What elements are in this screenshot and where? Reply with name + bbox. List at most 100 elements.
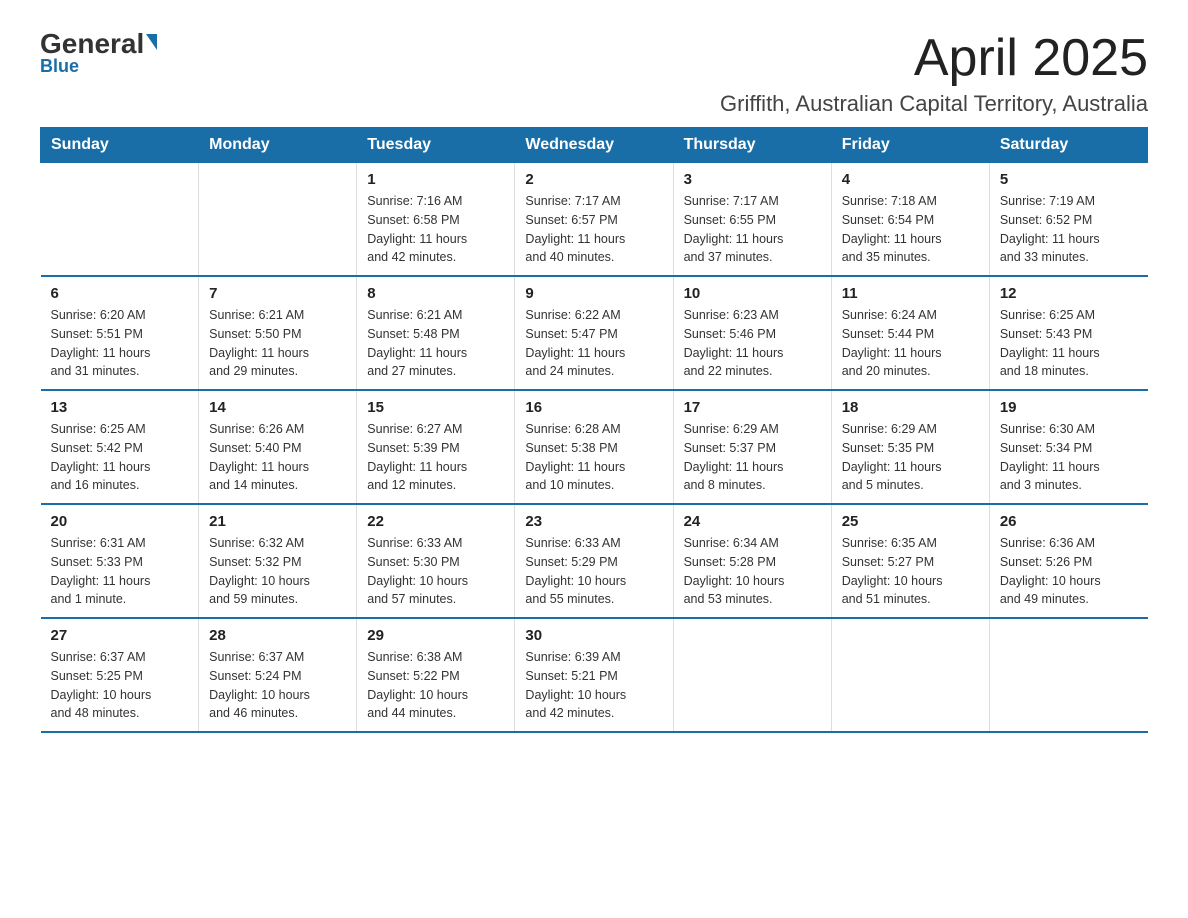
location-subtitle: Griffith, Australian Capital Territory, …	[720, 91, 1148, 117]
day-number: 1	[367, 171, 504, 188]
logo: General Blue	[40, 30, 157, 77]
day-info: Sunrise: 6:37 AM Sunset: 5:25 PM Dayligh…	[51, 648, 189, 723]
calendar-table: Sunday Monday Tuesday Wednesday Thursday…	[40, 127, 1148, 733]
calendar-week-row: 20Sunrise: 6:31 AM Sunset: 5:33 PM Dayli…	[41, 504, 1148, 618]
calendar-cell: 20Sunrise: 6:31 AM Sunset: 5:33 PM Dayli…	[41, 504, 199, 618]
day-number: 29	[367, 627, 504, 644]
day-info: Sunrise: 6:32 AM Sunset: 5:32 PM Dayligh…	[209, 534, 346, 609]
calendar-cell	[199, 163, 357, 277]
logo-name: General	[40, 30, 157, 58]
day-info: Sunrise: 6:37 AM Sunset: 5:24 PM Dayligh…	[209, 648, 346, 723]
calendar-cell: 17 Sunrise: 6:29 AM Sunset: 5:37 PM Dayli…	[673, 390, 831, 504]
day-info: Sunrise: 6:25 AM Sunset: 5:43 PM Dayligh…	[1000, 306, 1138, 381]
calendar-cell: 11Sunrise: 6:24 AM Sunset: 5:44 PM Dayli…	[831, 276, 989, 390]
day-info: Sunrise: 6:33 AM Sunset: 5:29 PM Dayligh…	[525, 534, 662, 609]
header-monday: Monday	[199, 128, 357, 163]
calendar-cell: 1 Sunrise: 7:16 AM Sunset: 6:58 PM Daylig…	[357, 163, 515, 277]
calendar-cell: 23 Sunrise: 6:33 AM Sunset: 5:29 PM Dayli…	[515, 504, 673, 618]
day-number: 27	[51, 627, 189, 644]
day-info: Sunrise: 6:36 AM Sunset: 5:26 PM Dayligh…	[1000, 534, 1138, 609]
day-info: Sunrise: 6:27 AM Sunset: 5:39 PM Dayligh…	[367, 420, 504, 495]
calendar-cell: 29 Sunrise: 6:38 AM Sunset: 5:22 PM Dayli…	[357, 618, 515, 732]
day-info: Sunrise: 6:35 AM Sunset: 5:27 PM Dayligh…	[842, 534, 979, 609]
day-number: 17	[684, 399, 821, 416]
calendar-header: Sunday Monday Tuesday Wednesday Thursday…	[41, 128, 1148, 163]
day-number: 14	[209, 399, 346, 416]
day-info: Sunrise: 7:17 AM Sunset: 6:57 PM Dayligh…	[525, 192, 662, 267]
calendar-cell: 15 Sunrise: 6:27 AM Sunset: 5:39 PM Dayli…	[357, 390, 515, 504]
day-number: 24	[684, 513, 821, 530]
header-saturday: Saturday	[989, 128, 1147, 163]
day-info: Sunrise: 6:39 AM Sunset: 5:21 PM Dayligh…	[525, 648, 662, 723]
calendar-cell: 14 Sunrise: 6:26 AM Sunset: 5:40 PM Dayli…	[199, 390, 357, 504]
day-number: 30	[525, 627, 662, 644]
day-header-row: Sunday Monday Tuesday Wednesday Thursday…	[41, 128, 1148, 163]
day-number: 10	[684, 285, 821, 302]
calendar-cell: 16 Sunrise: 6:28 AM Sunset: 5:38 PM Dayli…	[515, 390, 673, 504]
day-info: Sunrise: 6:29 AM Sunset: 5:37 PM Dayligh…	[684, 420, 821, 495]
calendar-cell	[673, 618, 831, 732]
calendar-cell: 12Sunrise: 6:25 AM Sunset: 5:43 PM Dayli…	[989, 276, 1147, 390]
month-year-title: April 2025	[720, 30, 1148, 87]
day-info: Sunrise: 7:19 AM Sunset: 6:52 PM Dayligh…	[1000, 192, 1138, 267]
header-sunday: Sunday	[41, 128, 199, 163]
calendar-cell: 27 Sunrise: 6:37 AM Sunset: 5:25 PM Dayli…	[41, 618, 199, 732]
calendar-cell: 25Sunrise: 6:35 AM Sunset: 5:27 PM Dayli…	[831, 504, 989, 618]
day-info: Sunrise: 6:23 AM Sunset: 5:46 PM Dayligh…	[684, 306, 821, 381]
calendar-week-row: 6Sunrise: 6:20 AM Sunset: 5:51 PM Daylig…	[41, 276, 1148, 390]
calendar-cell: 3Sunrise: 7:17 AM Sunset: 6:55 PM Daylig…	[673, 163, 831, 277]
header-tuesday: Tuesday	[357, 128, 515, 163]
calendar-body: 1 Sunrise: 7:16 AM Sunset: 6:58 PM Daylig…	[41, 163, 1148, 733]
day-info: Sunrise: 6:26 AM Sunset: 5:40 PM Dayligh…	[209, 420, 346, 495]
calendar-cell: 7Sunrise: 6:21 AM Sunset: 5:50 PM Daylig…	[199, 276, 357, 390]
day-number: 18	[842, 399, 979, 416]
header-friday: Friday	[831, 128, 989, 163]
calendar-cell: 18 Sunrise: 6:29 AM Sunset: 5:35 PM Dayli…	[831, 390, 989, 504]
day-info: Sunrise: 6:28 AM Sunset: 5:38 PM Dayligh…	[525, 420, 662, 495]
day-number: 6	[51, 285, 189, 302]
day-info: Sunrise: 6:21 AM Sunset: 5:48 PM Dayligh…	[367, 306, 504, 381]
day-number: 23	[525, 513, 662, 530]
calendar-cell: 2 Sunrise: 7:17 AM Sunset: 6:57 PM Daylig…	[515, 163, 673, 277]
day-info: Sunrise: 6:25 AM Sunset: 5:42 PM Dayligh…	[51, 420, 189, 495]
calendar-week-row: 27 Sunrise: 6:37 AM Sunset: 5:25 PM Dayli…	[41, 618, 1148, 732]
calendar-cell: 6Sunrise: 6:20 AM Sunset: 5:51 PM Daylig…	[41, 276, 199, 390]
day-info: Sunrise: 6:38 AM Sunset: 5:22 PM Dayligh…	[367, 648, 504, 723]
calendar-cell: 19Sunrise: 6:30 AM Sunset: 5:34 PM Dayli…	[989, 390, 1147, 504]
calendar-cell: 5 Sunrise: 7:19 AM Sunset: 6:52 PM Daylig…	[989, 163, 1147, 277]
calendar-cell: 10 Sunrise: 6:23 AM Sunset: 5:46 PM Dayli…	[673, 276, 831, 390]
calendar-cell	[989, 618, 1147, 732]
logo-blue-text: Blue	[40, 56, 79, 77]
day-number: 19	[1000, 399, 1138, 416]
day-number: 5	[1000, 171, 1138, 188]
calendar-week-row: 13 Sunrise: 6:25 AM Sunset: 5:42 PM Dayli…	[41, 390, 1148, 504]
header-thursday: Thursday	[673, 128, 831, 163]
day-number: 2	[525, 171, 662, 188]
day-number: 28	[209, 627, 346, 644]
day-info: Sunrise: 6:34 AM Sunset: 5:28 PM Dayligh…	[684, 534, 821, 609]
day-info: Sunrise: 6:22 AM Sunset: 5:47 PM Dayligh…	[525, 306, 662, 381]
day-number: 15	[367, 399, 504, 416]
day-info: Sunrise: 7:17 AM Sunset: 6:55 PM Dayligh…	[684, 192, 821, 267]
calendar-cell: 28 Sunrise: 6:37 AM Sunset: 5:24 PM Dayli…	[199, 618, 357, 732]
header-wednesday: Wednesday	[515, 128, 673, 163]
day-number: 16	[525, 399, 662, 416]
day-info: Sunrise: 6:33 AM Sunset: 5:30 PM Dayligh…	[367, 534, 504, 609]
calendar-cell	[41, 163, 199, 277]
calendar-cell: 24 Sunrise: 6:34 AM Sunset: 5:28 PM Dayli…	[673, 504, 831, 618]
day-info: Sunrise: 6:29 AM Sunset: 5:35 PM Dayligh…	[842, 420, 979, 495]
calendar-cell: 13 Sunrise: 6:25 AM Sunset: 5:42 PM Dayli…	[41, 390, 199, 504]
day-number: 13	[51, 399, 189, 416]
calendar-cell: 22 Sunrise: 6:33 AM Sunset: 5:30 PM Dayli…	[357, 504, 515, 618]
day-number: 22	[367, 513, 504, 530]
calendar-cell: 26Sunrise: 6:36 AM Sunset: 5:26 PM Dayli…	[989, 504, 1147, 618]
calendar-week-row: 1 Sunrise: 7:16 AM Sunset: 6:58 PM Daylig…	[41, 163, 1148, 277]
day-number: 11	[842, 285, 979, 302]
calendar-cell: 4Sunrise: 7:18 AM Sunset: 6:54 PM Daylig…	[831, 163, 989, 277]
calendar-cell	[831, 618, 989, 732]
day-number: 4	[842, 171, 979, 188]
day-info: Sunrise: 7:16 AM Sunset: 6:58 PM Dayligh…	[367, 192, 504, 267]
day-info: Sunrise: 6:21 AM Sunset: 5:50 PM Dayligh…	[209, 306, 346, 381]
day-info: Sunrise: 6:31 AM Sunset: 5:33 PM Dayligh…	[51, 534, 189, 609]
day-number: 9	[525, 285, 662, 302]
